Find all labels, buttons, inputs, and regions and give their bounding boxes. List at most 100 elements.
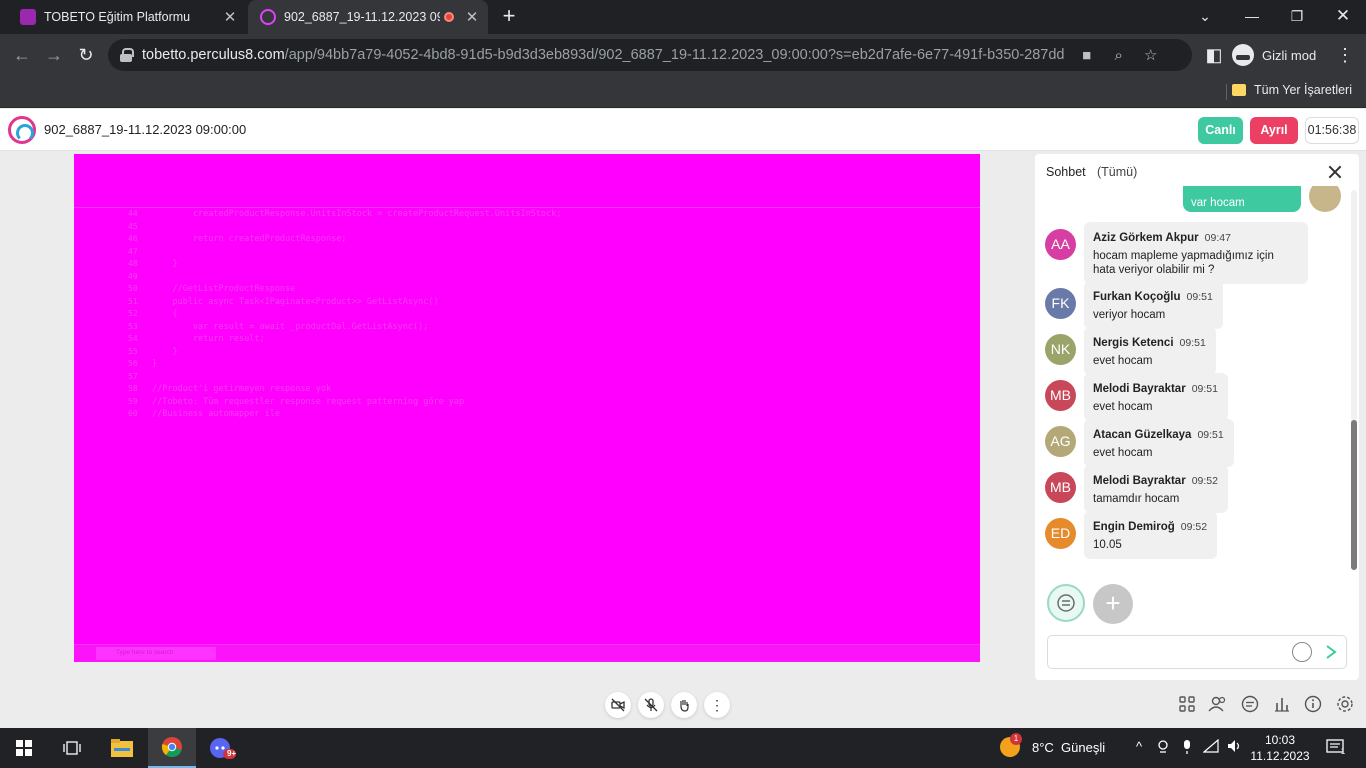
avatar: MB — [1045, 380, 1076, 411]
bookmark-star-icon[interactable]: ☆ — [1139, 46, 1163, 64]
message-text: 10.05 — [1093, 539, 1122, 551]
shared-search-box: Type here to search — [96, 647, 216, 660]
incognito-indicator[interactable]: Gizli mod — [1232, 41, 1316, 69]
raise-hand-button[interactable] — [671, 692, 697, 718]
browser-toolbar: ← → ↻ tobetto.perculus8.com /app/94bb7a7… — [0, 34, 1366, 76]
session-title: 902_6887_19-11.12.2023 09:00:00 — [44, 122, 247, 137]
all-bookmarks-button[interactable]: Tüm Yer İşaretleri — [1232, 83, 1352, 97]
windows-start-button[interactable] — [0, 728, 48, 768]
tab-title: TOBETO Eğitim Platformu — [44, 10, 191, 24]
folder-icon — [1232, 84, 1247, 96]
chat-input[interactable] — [1056, 643, 1286, 663]
code-line: } — [152, 346, 178, 357]
close-tab-icon[interactable]: ✕ — [464, 8, 480, 26]
tray-wifi-icon[interactable] — [1202, 738, 1220, 757]
discord-badge: 9+ — [227, 749, 237, 758]
message-text: tamamdır hocam — [1093, 493, 1180, 505]
recording-icon — [444, 12, 454, 22]
statistics-icon[interactable] — [1271, 693, 1293, 715]
zoom-icon[interactable]: ⌕ — [1107, 47, 1131, 64]
chat-filter[interactable]: (Tümü) — [1097, 165, 1137, 179]
message-time: 09:52 — [1180, 521, 1208, 533]
perculus-favicon-icon — [260, 9, 276, 25]
close-window-button[interactable]: ✕ — [1331, 5, 1355, 27]
code-line: //Product'i getirmeyen response yok — [152, 384, 332, 394]
address-bar[interactable]: tobetto.perculus8.com /app/94bb7a79-4052… — [108, 39, 1192, 71]
camera-icon[interactable]: ■ — [1075, 47, 1099, 64]
weather-text: 8°C Güneşli — [1032, 739, 1106, 755]
message-time: 09:47 — [1204, 232, 1231, 244]
tab-perculus[interactable]: 902_6887_19-11.12.2023 09 ✕ — [248, 0, 488, 34]
back-button[interactable]: ← — [10, 43, 34, 67]
chrome-icon[interactable] — [148, 728, 196, 768]
message-bubble: Melodi Bayraktar 09:52 tamamdır hocam — [1084, 465, 1228, 513]
task-view-icon[interactable] — [48, 728, 96, 768]
side-panel-icon[interactable]: ◧ — [1202, 43, 1226, 67]
tab-search-icon[interactable]: ⌄ — [1193, 5, 1217, 27]
microphone-off-button[interactable] — [638, 692, 664, 718]
avatar: AG — [1045, 426, 1076, 457]
notification-center-icon[interactable]: 1 — [1325, 738, 1345, 758]
emoji-icon[interactable] — [1292, 642, 1312, 662]
code-line-number: 55 — [128, 346, 138, 356]
menu-kebab-icon[interactable]: ⋮ — [1333, 43, 1357, 67]
avatar: AA — [1045, 229, 1076, 260]
code-line-number: 46 — [128, 234, 138, 243]
bookmark-separator — [1226, 84, 1227, 100]
message-time: 09:51 — [1197, 429, 1224, 441]
close-tab-icon[interactable]: ✕ — [222, 8, 238, 26]
reload-button[interactable]: ↻ — [74, 43, 98, 67]
chat-input-box[interactable] — [1047, 635, 1347, 669]
weather-badge: 1 — [1010, 733, 1022, 745]
tray-microphone-icon[interactable] — [1178, 739, 1196, 757]
avatar: FK — [1045, 288, 1076, 319]
send-icon[interactable] — [1324, 644, 1338, 660]
chat-icon[interactable] — [1239, 693, 1261, 715]
layout-grid-icon[interactable] — [1176, 693, 1198, 715]
participants-icon[interactable] — [1207, 693, 1229, 715]
code-line-number: 59 — [128, 396, 138, 406]
weather-widget[interactable]: 1 8°C Güneşli — [1000, 733, 1106, 757]
message-sender: Engin Demiroğ — [1093, 521, 1175, 533]
live-button[interactable]: Canlı — [1198, 117, 1243, 144]
forward-button[interactable]: → — [42, 43, 66, 67]
code-line-number: 52 — [128, 309, 138, 318]
code-line: return result; — [152, 334, 265, 344]
tray-chevron-up-icon[interactable]: ^ — [1130, 739, 1148, 757]
lock-icon — [120, 48, 134, 62]
new-tab-button[interactable]: + — [498, 5, 520, 28]
code-line-number: 56 — [128, 359, 138, 368]
settings-gear-icon[interactable] — [1334, 693, 1356, 715]
code-line: var result = await _productDal.GetListAs… — [152, 321, 429, 332]
clock-time: 10:03 — [1264, 733, 1296, 747]
tray-volume-icon[interactable] — [1226, 739, 1244, 757]
restore-button[interactable]: ❐ — [1285, 5, 1309, 27]
incognito-icon — [1232, 44, 1254, 66]
code-line-number: 54 — [128, 334, 138, 343]
add-chat-button[interactable]: + — [1093, 584, 1133, 624]
avatar: MB — [1045, 472, 1076, 503]
message-bubble: Nergis Ketenci 09:51 evet hocam — [1084, 327, 1216, 375]
file-explorer-icon[interactable] — [98, 728, 146, 768]
info-icon[interactable] — [1302, 693, 1324, 715]
code-line: { — [152, 309, 178, 319]
chat-messages-button[interactable] — [1047, 584, 1085, 622]
close-icon[interactable] — [1327, 164, 1343, 180]
code-line-number: 47 — [128, 246, 138, 256]
weather-sun-icon: 1 — [1000, 733, 1022, 757]
shared-screen: 44 createdProductResponse.UnitsInStock =… — [74, 154, 980, 662]
minimize-button[interactable]: — — [1240, 5, 1264, 27]
leave-button[interactable]: Ayrıl — [1250, 117, 1298, 144]
camera-off-button[interactable] — [605, 692, 631, 718]
discord-icon[interactable]: 9+ — [198, 728, 246, 768]
chat-scrollbar-thumb[interactable] — [1351, 420, 1357, 570]
more-options-button[interactable]: ⋮ — [704, 692, 730, 718]
system-clock[interactable]: 10:03 11.12.2023 — [1248, 732, 1312, 764]
tab-tobeto[interactable]: TOBETO Eğitim Platformu ✕ — [8, 0, 246, 34]
code-line-number: 51 — [128, 296, 138, 306]
notification-count: 1 — [1340, 747, 1346, 756]
code-line: //Business automapper ile — [152, 409, 280, 419]
code-line: } — [152, 359, 158, 369]
message-time: 09:52 — [1191, 475, 1218, 487]
tray-webcam-icon[interactable] — [1154, 739, 1172, 757]
